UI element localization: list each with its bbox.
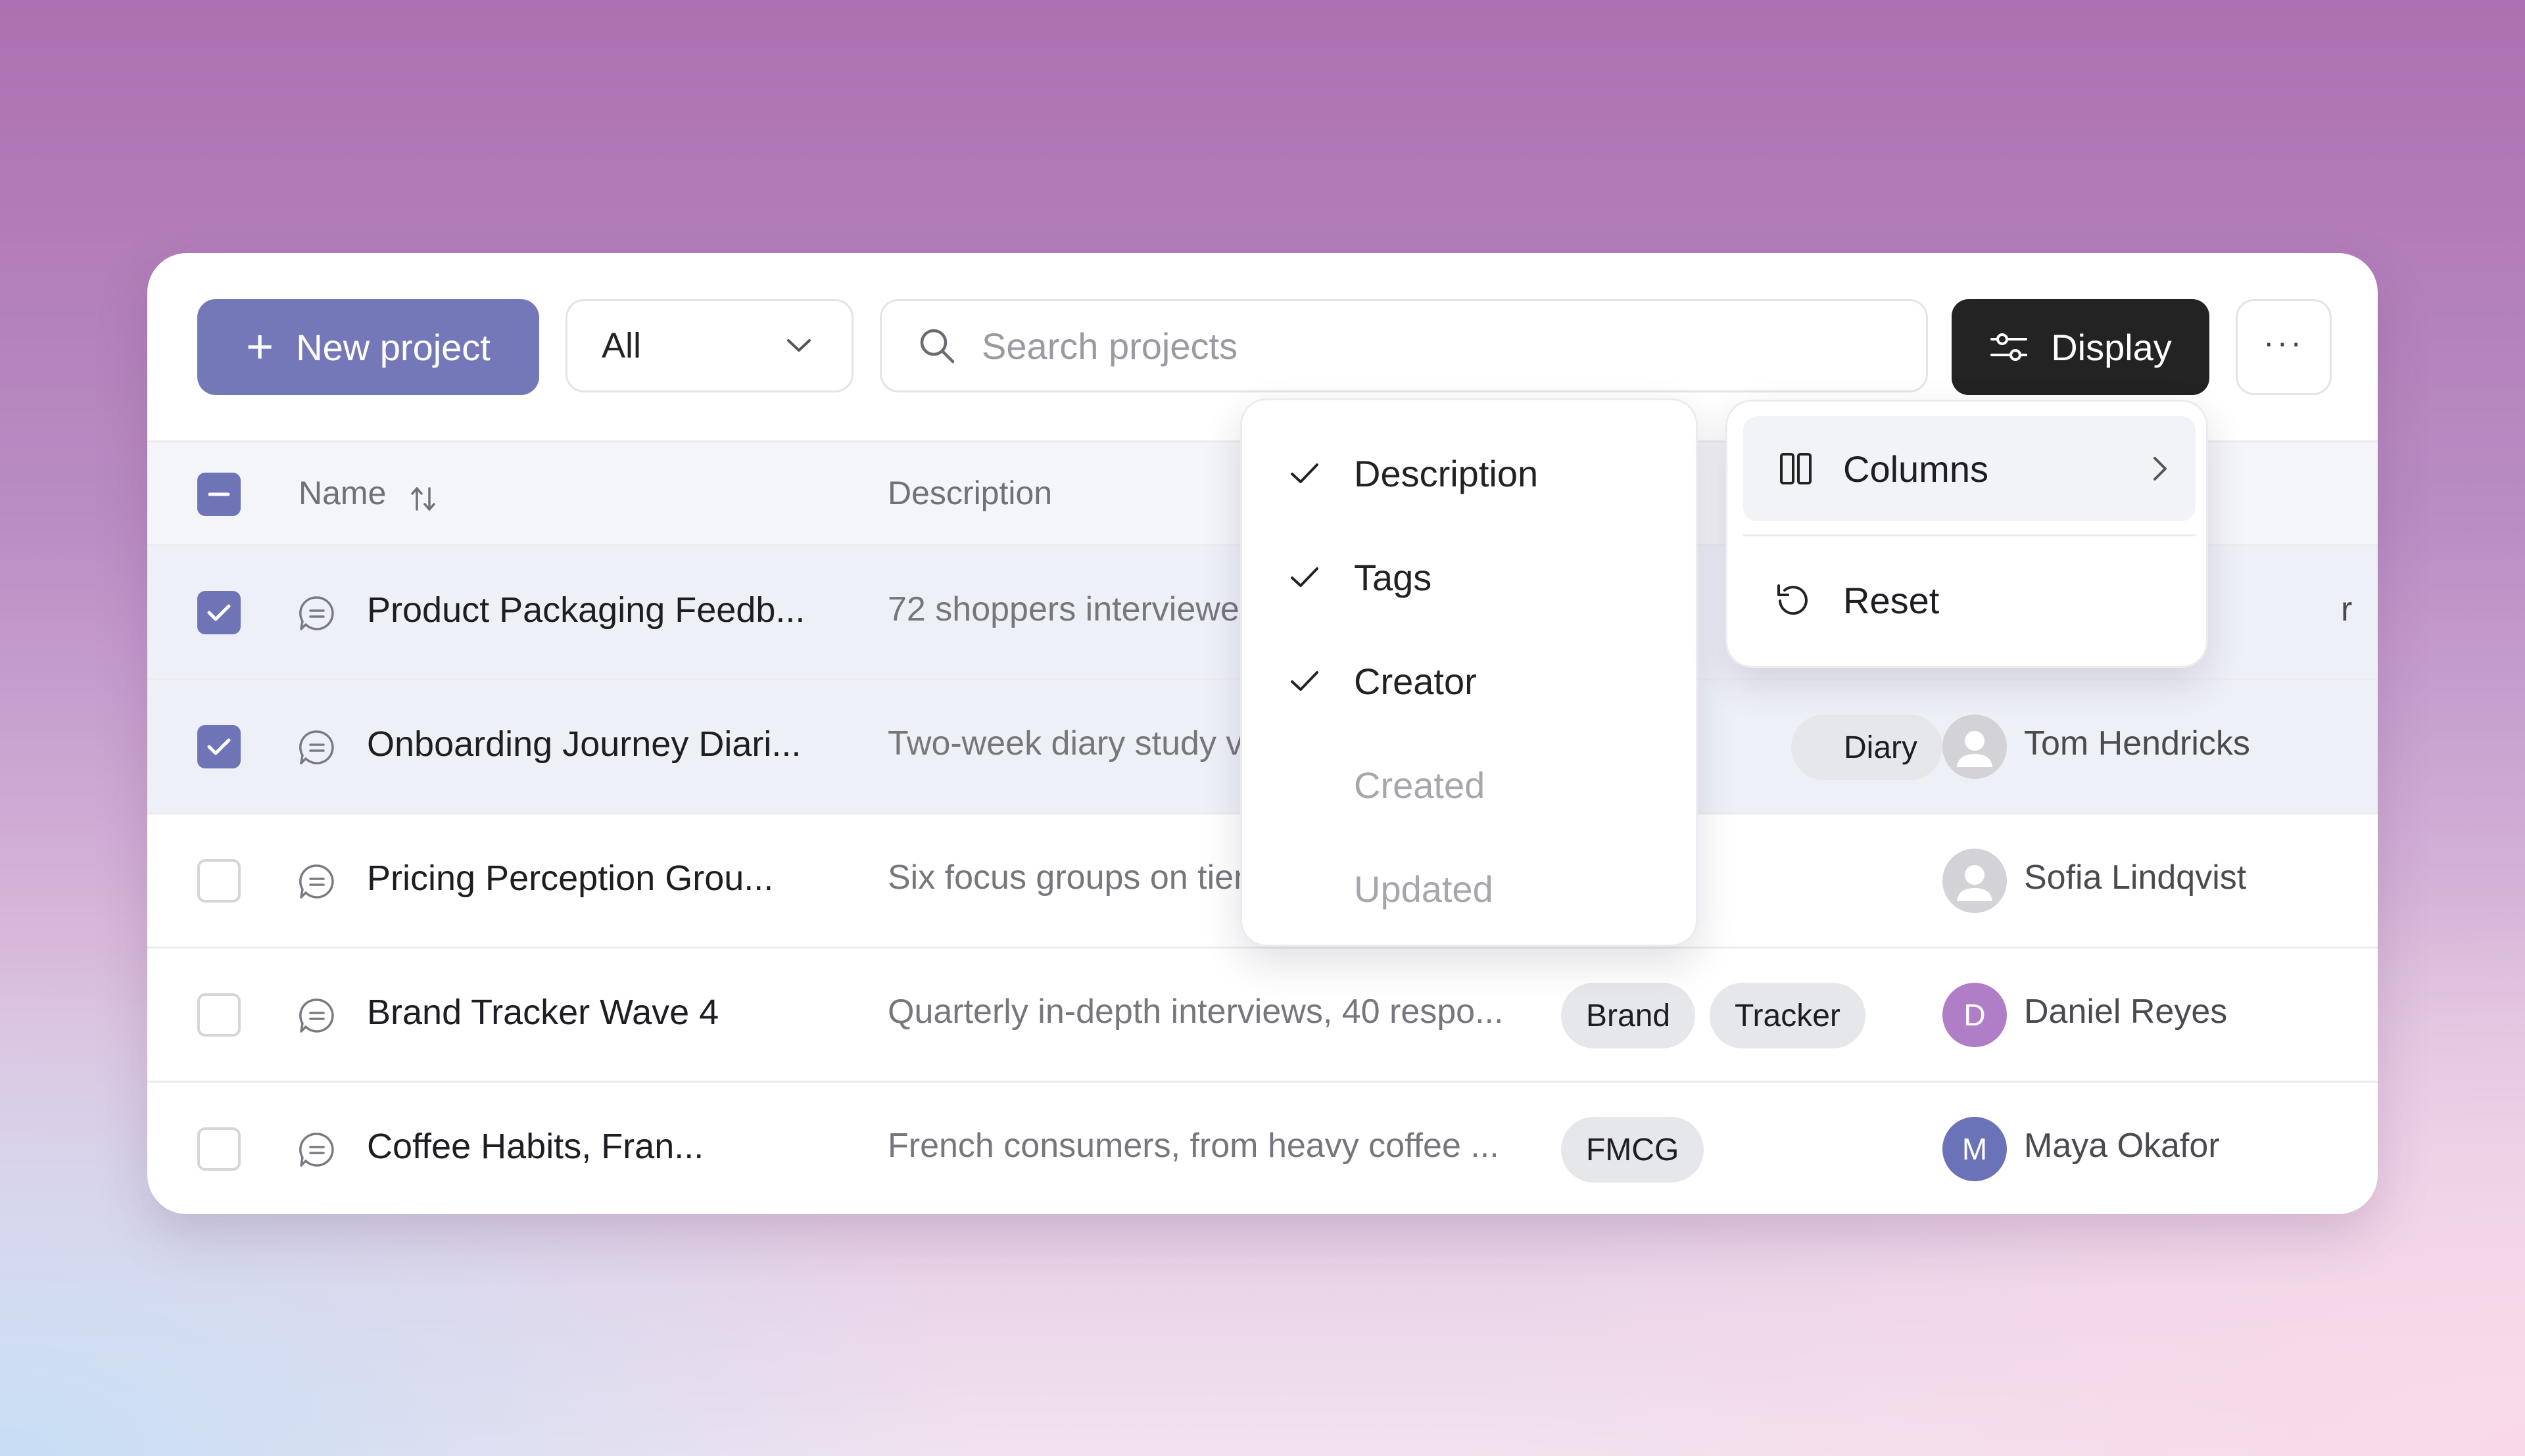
menu-item-label: Description (1354, 452, 1539, 494)
menu-item-tags[interactable]: Tags (1242, 534, 1696, 620)
row-checkbox[interactable] (197, 591, 241, 634)
menu-divider (1743, 534, 2196, 536)
checkmark-icon (1291, 671, 1318, 691)
search-box[interactable] (880, 299, 1928, 392)
select-all-checkbox[interactable] (197, 473, 241, 516)
project-name[interactable]: Coffee Habits, Fran... (367, 1126, 704, 1167)
description-column-header[interactable]: Description (888, 474, 1052, 512)
menu-item-label: Tags (1354, 556, 1432, 598)
reset-label: Reset (1843, 579, 1940, 621)
checkmark-icon (1291, 463, 1318, 483)
display-menu: Columns Reset (1725, 400, 2208, 668)
avatar-initial: D (1963, 998, 1986, 1032)
more-options-button[interactable]: ··· (2236, 299, 2332, 395)
creator-name: r (2341, 590, 2353, 628)
project-name[interactable]: Product Packaging Feedb... (367, 590, 805, 630)
person-icon (1957, 731, 1992, 767)
checkmark-icon (207, 604, 231, 621)
columns-menu-item[interactable]: Columns (1743, 416, 2196, 521)
plus-icon: + (246, 321, 274, 373)
reset-menu-item[interactable]: Reset (1743, 548, 2196, 653)
menu-item-description[interactable]: Description (1242, 431, 1696, 516)
row-checkbox[interactable] (197, 859, 241, 903)
new-project-label: New project (296, 326, 491, 368)
table-row[interactable]: Coffee Habits, Fran... French consumers,… (147, 1081, 2378, 1214)
tag-chip: Brand (1561, 983, 1696, 1048)
filter-value: All (602, 326, 642, 365)
columns-icon (1780, 453, 1812, 484)
new-project-button[interactable]: + New project (197, 299, 539, 395)
table-row[interactable]: Brand Tracker Wave 4 Quarterly in-depth … (147, 947, 2378, 1081)
project-description: 72 shoppers interviewe (888, 590, 1239, 628)
project-description: French consumers, from heavy coffee ... (888, 1127, 1499, 1165)
name-column-header[interactable]: Name (299, 474, 386, 512)
project-description: Two-week diary study v (888, 724, 1243, 763)
creator-name: Tom Hendricks (2024, 724, 2250, 763)
row-checkbox[interactable] (197, 993, 241, 1037)
filter-select[interactable]: All (565, 299, 854, 392)
minus-icon (208, 492, 230, 496)
chat-bubble-icon (299, 730, 334, 764)
chat-bubble-icon (299, 864, 334, 899)
more-dots-icon: ··· (2263, 324, 2304, 361)
menu-item-created[interactable]: Created (1242, 742, 1696, 828)
sort-icon[interactable] (409, 484, 438, 513)
columns-submenu: Description Tags Creator Created Updated (1240, 398, 1698, 947)
avatar-initial: M (1961, 1132, 1988, 1166)
chevron-down-icon (787, 339, 811, 352)
search-input[interactable] (980, 323, 1838, 368)
checkmark-icon (207, 738, 231, 755)
sliders-icon (1990, 333, 2028, 361)
chat-bubble-icon (299, 596, 334, 630)
tag-chip: FMCG (1561, 1117, 1704, 1183)
display-button[interactable]: Display (1952, 299, 2209, 395)
row-checkbox[interactable] (197, 1127, 241, 1171)
project-description: Quarterly in-depth interviews, 40 respo.… (888, 993, 1504, 1031)
reset-icon (1777, 584, 1808, 615)
project-name[interactable]: Pricing Perception Grou... (367, 858, 773, 899)
project-description: Six focus groups on tier (888, 858, 1245, 897)
person-icon (1957, 865, 1992, 901)
chat-bubble-icon (299, 1133, 334, 1167)
creator-name: Daniel Reyes (2024, 993, 2228, 1031)
menu-item-label: Updated (1354, 868, 1493, 910)
chevron-right-icon (2153, 457, 2167, 481)
search-icon (920, 329, 955, 364)
display-label: Display (2051, 326, 2172, 368)
avatar: D (1942, 983, 2007, 1047)
avatar: M (1942, 1117, 2007, 1181)
creator-name: Maya Okafor (2024, 1127, 2220, 1165)
project-name[interactable]: Brand Tracker Wave 4 (367, 992, 719, 1033)
chat-bubble-icon (299, 998, 334, 1033)
avatar (1942, 715, 2007, 779)
columns-label: Columns (1843, 448, 1988, 490)
checkmark-icon (1291, 567, 1318, 587)
creator-name: Sofia Lindqvist (2024, 858, 2247, 897)
tag-chip: Diary (1791, 715, 1943, 780)
tag-chip: Tracker (1710, 983, 1865, 1048)
menu-item-label: Created (1354, 764, 1485, 806)
project-name[interactable]: Onboarding Journey Diari... (367, 724, 801, 764)
menu-item-label: Creator (1354, 660, 1477, 702)
menu-item-creator[interactable]: Creator (1242, 638, 1696, 724)
row-checkbox[interactable] (197, 725, 241, 768)
menu-item-updated[interactable]: Updated (1242, 846, 1696, 931)
avatar (1942, 849, 2007, 913)
